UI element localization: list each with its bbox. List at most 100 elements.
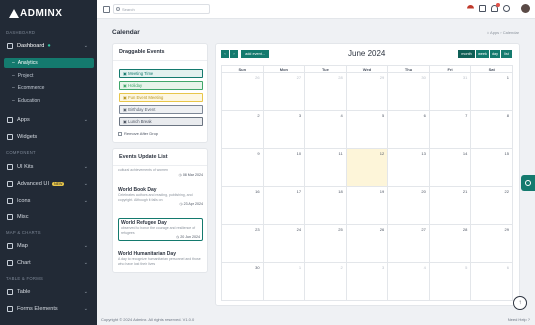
prev-month-button[interactable]: ‹: [221, 50, 229, 58]
calendar-day[interactable]: 8: [470, 110, 513, 149]
calendar-day[interactable]: 5: [345, 110, 389, 149]
update-item: cultural achievements of women ◷ 08 Mar …: [118, 168, 203, 177]
calendar-day[interactable]: 11: [304, 148, 347, 187]
sidebar-item-misc[interactable]: Misc: [3, 211, 94, 222]
sidebar-sub-ecommerce[interactable]: – Ecommerce: [4, 83, 94, 93]
calendar-day[interactable]: 29: [470, 224, 513, 263]
checkbox-box[interactable]: [118, 131, 122, 136]
view-day-button[interactable]: day: [490, 50, 500, 58]
calendar-day-today[interactable]: 12: [345, 148, 389, 187]
sidebar-item-ui-kits[interactable]: UI Kits ⌄: [3, 161, 94, 172]
avatar[interactable]: [521, 4, 530, 13]
calendar-day[interactable]: 23: [221, 224, 264, 263]
sidebar-sub-project[interactable]: – Project: [4, 71, 94, 81]
sidebar-item-apps[interactable]: Apps ⌄: [3, 114, 94, 125]
cart-icon[interactable]: [479, 5, 486, 12]
sidebar-item-forms-elements[interactable]: Forms Elements ⌄: [3, 303, 94, 314]
sidebar-item-widgets[interactable]: Widgets: [3, 131, 94, 142]
sidebar-item-label: Dashboard: [17, 42, 45, 49]
calendar-day[interactable]: 17: [262, 186, 306, 225]
add-event-button[interactable]: add event...: [241, 50, 269, 58]
update-item-selected[interactable]: World Refugee Day observed to honor the …: [118, 218, 203, 241]
breadcrumb-current: Calendar: [502, 30, 519, 35]
event-holiday[interactable]: ▣ Holiday: [119, 81, 203, 90]
chevron-down-icon: ⌄: [83, 163, 88, 170]
sidebar-item-label: Map: [17, 242, 28, 249]
update-date-text: 23 Apr 2024: [183, 202, 203, 206]
calendar-day[interactable]: 6: [387, 110, 430, 149]
weekday-label: Sun: [221, 65, 264, 73]
settings-fab[interactable]: [521, 175, 535, 191]
calendar-day[interactable]: 22: [470, 186, 513, 225]
footer: Copyright © 2024 Adminx. All rights rese…: [97, 314, 535, 325]
calendar-day[interactable]: 10: [262, 148, 306, 187]
sidebar-sub-analytics[interactable]: – Analytics: [4, 58, 94, 68]
calendar-day[interactable]: 1: [470, 72, 513, 111]
calendar-day[interactable]: 4: [387, 262, 430, 301]
event-fun-meeting[interactable]: ▣ Fun Event Meeting: [119, 93, 203, 102]
sidebar-sub-education[interactable]: – Education: [4, 96, 94, 106]
calendar-day[interactable]: 15: [470, 148, 513, 187]
update-item: World Book Day Celebrates authors and re…: [118, 187, 203, 206]
calendar-day[interactable]: 7: [428, 110, 472, 149]
calendar-day[interactable]: 26: [345, 224, 389, 263]
bell-icon[interactable]: [491, 3, 500, 12]
flag-icon[interactable]: [467, 5, 474, 12]
calendar-day[interactable]: 3: [262, 110, 306, 149]
calendar-day[interactable]: 30: [221, 262, 264, 301]
calendar-day[interactable]: 30: [387, 72, 430, 111]
calendar-day[interactable]: 27: [387, 224, 430, 263]
calendar-day[interactable]: 4: [304, 110, 347, 149]
calendar-day[interactable]: 27: [262, 72, 306, 111]
view-list-button[interactable]: list: [501, 50, 512, 58]
event-meeting-time[interactable]: ▣ Meeting Time: [119, 69, 203, 78]
update-item: World Humanitarian Day A day to recogniz…: [118, 251, 203, 266]
calendar-day[interactable]: 26: [221, 72, 264, 111]
weekday-label: Mon: [262, 65, 306, 73]
sidebar-item-icons[interactable]: Icons ⌄: [3, 195, 94, 206]
brand-logo[interactable]: ADMINX: [0, 0, 97, 27]
need-help-link[interactable]: Need Help ?: [508, 314, 530, 325]
grid-menu-icon[interactable]: [103, 6, 110, 13]
calendar-day[interactable]: 6: [470, 262, 513, 301]
search-input[interactable]: Search: [113, 4, 210, 14]
calendar-day[interactable]: 3: [345, 262, 389, 301]
moon-icon[interactable]: [503, 5, 510, 12]
calendar-day[interactable]: 5: [428, 262, 472, 301]
breadcrumb-apps[interactable]: Apps: [490, 30, 499, 35]
view-month-button[interactable]: month: [458, 50, 475, 58]
calendar-day[interactable]: 21: [428, 186, 472, 225]
calendar-day[interactable]: 29: [345, 72, 389, 111]
calendar-day[interactable]: 18: [304, 186, 347, 225]
view-week-button[interactable]: week: [476, 50, 489, 58]
calendar-day[interactable]: 25: [304, 224, 347, 263]
sidebar-item-table[interactable]: Table ⌄: [3, 286, 94, 297]
calendar-week: 9 10 11 12 13 14 15: [221, 148, 513, 187]
sidebar-item-chart[interactable]: Chart ⌄: [3, 257, 94, 268]
calendar-day[interactable]: 16: [221, 186, 264, 225]
calendar-day[interactable]: 14: [428, 148, 472, 187]
calendar-day[interactable]: 24: [262, 224, 306, 263]
calendar-day[interactable]: 31: [428, 72, 472, 111]
sidebar-item-advanced-ui[interactable]: Advanced UI NEW ⌄: [3, 178, 94, 189]
scroll-top-button[interactable]: ↑: [513, 296, 527, 310]
calendar-day[interactable]: 13: [387, 148, 430, 187]
event-birthday[interactable]: ▣ Birthday Event: [119, 105, 203, 114]
dash-icon: –: [12, 73, 15, 79]
page-title: Calendar: [112, 29, 140, 36]
sidebar-item-map[interactable]: Map ⌄: [3, 240, 94, 251]
event-lunch-break[interactable]: ▣ Lunch Break: [119, 117, 203, 126]
calendar-day[interactable]: 2: [304, 262, 347, 301]
calendar-day[interactable]: 9: [221, 148, 264, 187]
weekday-label: Fri: [428, 65, 472, 73]
calendar-day[interactable]: 28: [428, 224, 472, 263]
calendar-day[interactable]: 20: [387, 186, 430, 225]
sidebar-item-dashboard[interactable]: Dashboard ● ⌄: [3, 40, 94, 51]
next-month-button[interactable]: ›: [230, 50, 238, 58]
calendar-day[interactable]: 1: [262, 262, 306, 301]
calendar-day[interactable]: 28: [304, 72, 347, 111]
calendar-grid: Sun Mon Tue Wed Thu Fri Sat 26 27 28 29 …: [221, 65, 513, 301]
calendar-day[interactable]: 19: [345, 186, 389, 225]
calendar-day[interactable]: 2: [221, 110, 264, 149]
remove-after-drop-checkbox[interactable]: Remove After Drop: [118, 131, 158, 136]
